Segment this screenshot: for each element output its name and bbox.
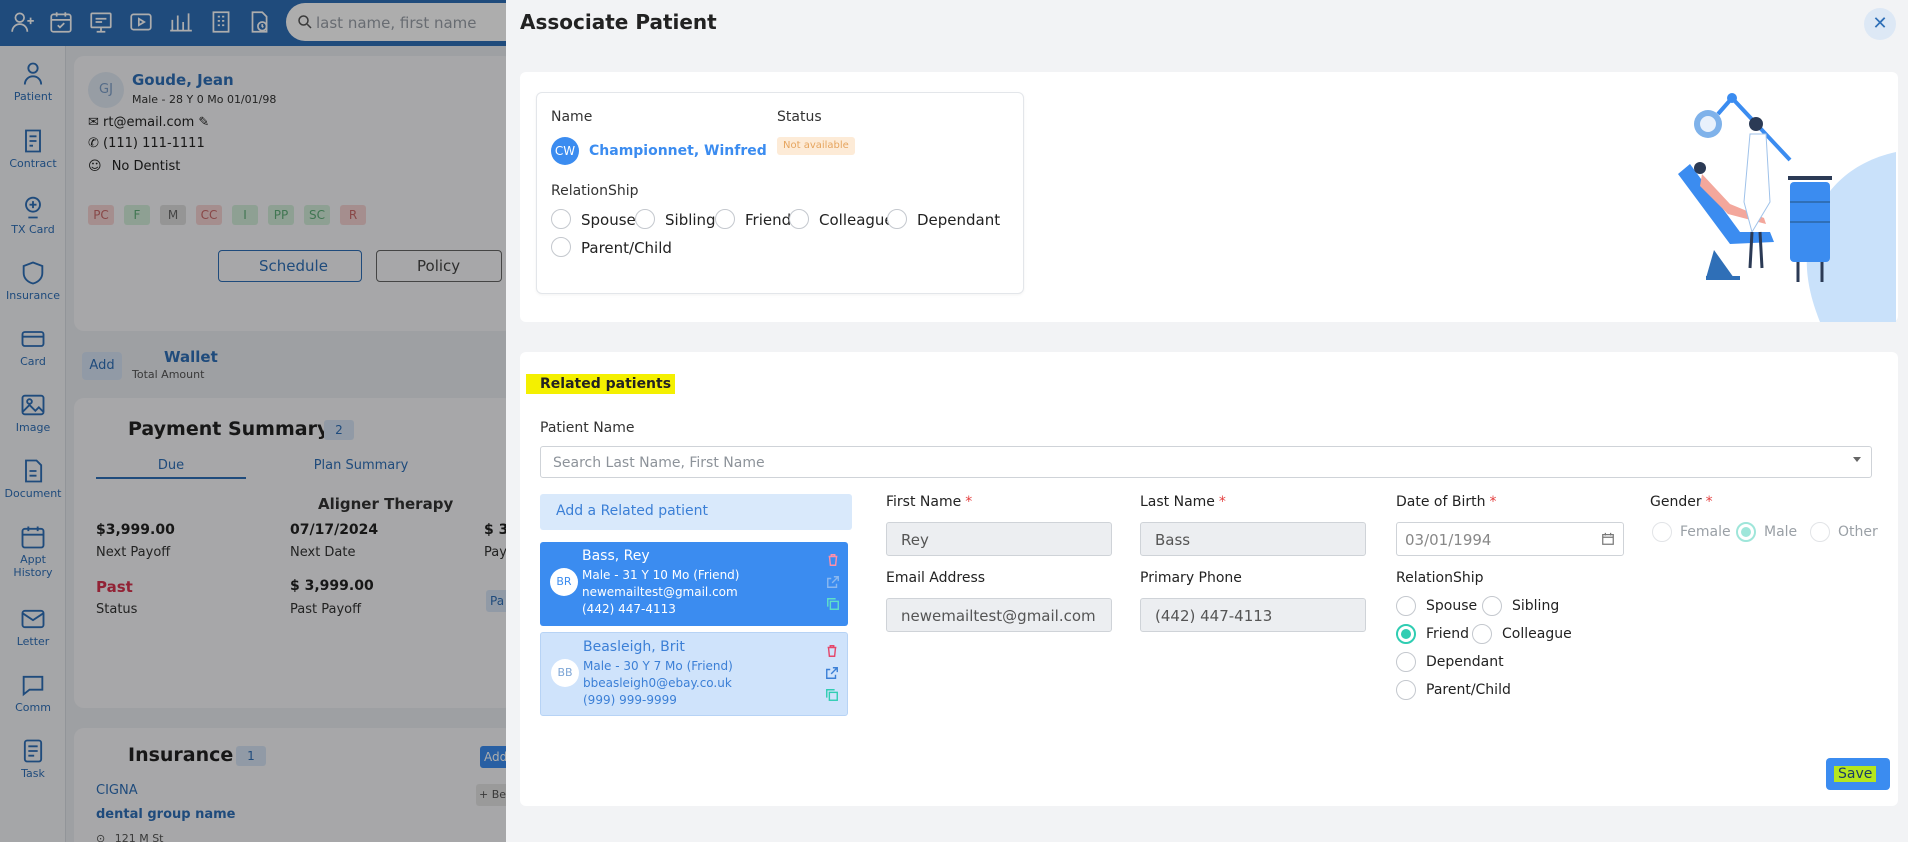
radio-label-spouse: Spouse <box>1426 598 1478 614</box>
related-patient-meta: Male - 30 Y 7 Mo (Friend) <box>583 659 733 673</box>
radio-label-sibling: Sibling <box>1512 598 1560 614</box>
avatar: CW <box>551 137 579 165</box>
current-patient-name[interactable]: Championnet, Winfred <box>589 143 767 159</box>
radio-dependant[interactable] <box>887 209 907 229</box>
email-label: Email Address <box>886 570 986 586</box>
radio-rel-dependant[interactable] <box>1396 652 1416 672</box>
radio-rel-friend[interactable] <box>1396 624 1416 644</box>
radio-rel-colleague[interactable] <box>1472 624 1492 644</box>
trash-icon[interactable] <box>825 643 839 657</box>
radio-label-friend: Friend <box>745 211 792 229</box>
phone-field[interactable]: (442) 447-4113 <box>1140 598 1366 632</box>
related-patient-meta: Male - 31 Y 10 Mo (Friend) <box>582 568 740 582</box>
related-patient-name: Bass, Rey <box>582 548 650 564</box>
save-label: Save <box>1834 766 1877 782</box>
radio-colleague[interactable] <box>789 209 809 229</box>
radio-gender-female[interactable] <box>1652 522 1672 542</box>
avatar: BB <box>551 659 579 687</box>
radio-label-dependant: Dependant <box>917 211 1001 229</box>
associate-patient-drawer: Associate Patient ✕ Name Status CW Champ… <box>506 0 1908 842</box>
patient-search-input[interactable]: Search Last Name, First Name <box>540 446 1872 478</box>
add-related-patient-button[interactable]: Add a Related patient <box>540 494 852 530</box>
email-field[interactable]: newemailtest@gmail.com <box>886 598 1112 632</box>
radio-label-parent-child: Parent/Child <box>1426 682 1511 698</box>
save-button[interactable]: Save <box>1826 758 1890 790</box>
radio-rel-sibling[interactable] <box>1482 596 1502 616</box>
radio-gender-other[interactable] <box>1810 522 1830 542</box>
radio-label-colleague: Colleague <box>1502 626 1572 642</box>
section-title: Related patients <box>526 374 676 394</box>
gender-label: Gender * <box>1650 494 1713 510</box>
related-patient-card[interactable]: BB Beasleigh, Brit Male - 30 Y 7 Mo (Fri… <box>540 632 848 716</box>
trash-icon[interactable] <box>826 552 840 566</box>
add-related-patient-label: Add a Related patient <box>556 503 709 519</box>
relationship-label: RelationShip <box>1396 570 1484 586</box>
radio-label-colleague: Colleague <box>819 211 894 229</box>
radio-label-male: Male <box>1764 524 1798 540</box>
drawer-title: Associate Patient <box>520 10 717 34</box>
external-link-icon[interactable] <box>825 665 839 679</box>
close-icon: ✕ <box>1872 13 1888 34</box>
name-label: Name <box>551 109 593 125</box>
related-patients-panel: Related patients Patient Name Search Las… <box>520 352 1898 806</box>
patient-name-label: Patient Name <box>540 420 635 436</box>
modal-backdrop[interactable] <box>0 0 506 842</box>
first-name-label: First Name * <box>886 494 973 510</box>
close-button[interactable]: ✕ <box>1864 8 1896 40</box>
status-badge: Not available <box>777 137 855 155</box>
radio-label-sibling: Sibling <box>665 211 716 229</box>
related-patient-email: bbeasleigh0@ebay.co.uk <box>583 676 732 690</box>
chevron-down-icon[interactable] <box>1853 457 1861 462</box>
phone-label: Primary Phone <box>1140 570 1242 586</box>
radio-spouse[interactable] <box>551 209 571 229</box>
current-patient-panel: Name Status CW Championnet, Winfred Not … <box>520 72 1898 322</box>
dob-value: 03/01/1994 <box>1405 531 1492 549</box>
external-link-icon[interactable] <box>826 574 840 588</box>
patient-search-placeholder: Search Last Name, First Name <box>553 455 765 471</box>
radio-gender-male[interactable] <box>1736 522 1756 542</box>
radio-label-parent-child: Parent/Child <box>581 239 672 257</box>
radio-friend[interactable] <box>715 209 735 229</box>
status-label: Status <box>777 109 822 125</box>
radio-label-female: Female <box>1680 524 1731 540</box>
radio-label-dependant: Dependant <box>1426 654 1504 670</box>
radio-rel-parent-child[interactable] <box>1396 680 1416 700</box>
related-patient-phone: (999) 999-9999 <box>583 693 677 707</box>
copy-icon[interactable] <box>825 687 839 701</box>
dentist-illustration-icon <box>1678 93 1896 322</box>
radio-label-friend: Friend <box>1426 626 1470 642</box>
related-patient-card[interactable]: BR Bass, Rey Male - 31 Y 10 Mo (Friend) … <box>540 542 848 626</box>
radio-sibling[interactable] <box>635 209 655 229</box>
dob-field[interactable]: 03/01/1994 <box>1396 522 1624 556</box>
radio-parent-child[interactable] <box>551 237 571 257</box>
avatar: BR <box>550 568 578 596</box>
relationship-label: RelationShip <box>551 183 639 199</box>
radio-label-other: Other <box>1838 524 1878 540</box>
dob-label: Date of Birth * <box>1396 494 1497 510</box>
last-name-field[interactable]: Bass <box>1140 522 1366 556</box>
related-patient-phone: (442) 447-4113 <box>582 602 676 616</box>
radio-rel-spouse[interactable] <box>1396 596 1416 616</box>
calendar-icon[interactable] <box>1601 532 1615 546</box>
radio-label-spouse: Spouse <box>581 211 636 229</box>
copy-icon[interactable] <box>826 596 840 610</box>
current-patient-card: Name Status CW Championnet, Winfred Not … <box>536 92 1024 294</box>
last-name-label: Last Name * <box>1140 494 1226 510</box>
related-patient-email: newemailtest@gmail.com <box>582 585 738 599</box>
related-patient-name: Beasleigh, Brit <box>583 639 685 655</box>
first-name-field[interactable]: Rey <box>886 522 1112 556</box>
